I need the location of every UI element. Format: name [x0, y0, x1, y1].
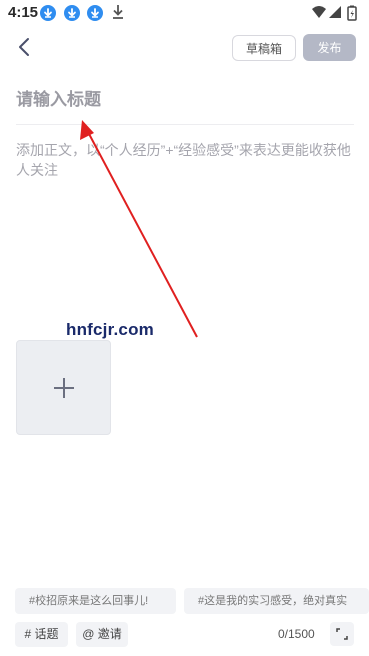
- topic-button[interactable]: # 话题: [15, 622, 68, 647]
- signal-icon: [329, 6, 341, 18]
- download-icon: [87, 5, 103, 21]
- back-button[interactable]: [12, 35, 36, 59]
- body-input[interactable]: [16, 140, 356, 200]
- topic-suggestion[interactable]: #校招原来是这么回事儿!: [15, 588, 176, 614]
- status-time: 4:15: [8, 4, 39, 21]
- chevron-left-icon: [19, 38, 29, 56]
- battery-icon: [347, 5, 357, 21]
- title-input[interactable]: [16, 86, 354, 114]
- status-bar: 4:15: [0, 0, 369, 26]
- wifi-icon: [312, 6, 326, 18]
- expand-icon: [336, 628, 348, 640]
- download-plain-icon: [111, 4, 125, 24]
- plus-icon: [54, 378, 74, 398]
- watermark: hnfcjr.com: [66, 320, 154, 339]
- publish-button[interactable]: 发布: [303, 34, 356, 61]
- download-icon: [40, 5, 56, 21]
- title-divider: [16, 124, 354, 125]
- invite-button[interactable]: @ 邀请: [76, 622, 128, 647]
- draft-box-button[interactable]: 草稿箱: [232, 35, 296, 61]
- download-icon: [64, 5, 80, 21]
- char-counter: 0/1500: [278, 627, 315, 641]
- add-image-button[interactable]: [16, 340, 111, 435]
- topic-suggestion[interactable]: #这是我的实习感受，绝对真实: [184, 588, 369, 614]
- expand-button[interactable]: [330, 622, 354, 646]
- status-right-icons: [311, 4, 359, 22]
